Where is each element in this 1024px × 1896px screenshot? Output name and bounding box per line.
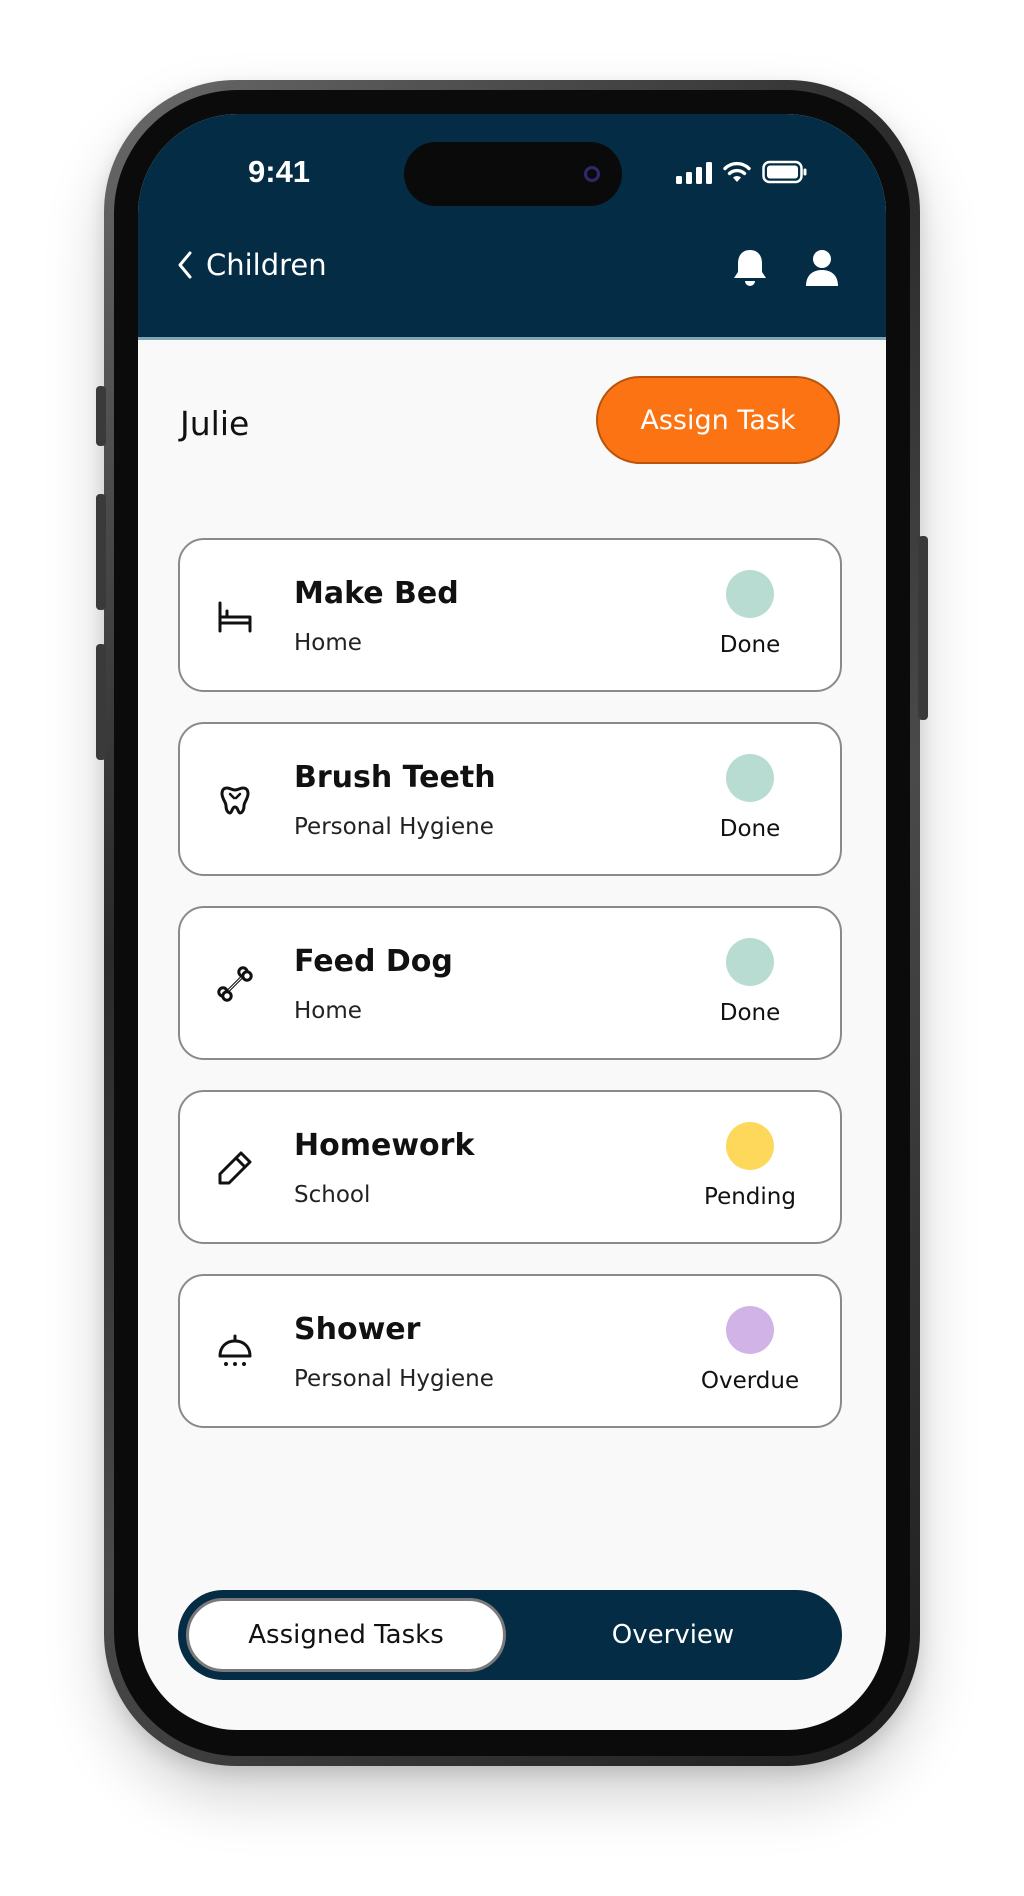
status-indicator (726, 1122, 774, 1170)
task-title: Homework (294, 1128, 475, 1163)
task-status: Done (719, 632, 781, 658)
task-title: Feed Dog (294, 944, 453, 979)
pencil-icon (218, 1151, 252, 1185)
back-label: Children (206, 248, 327, 282)
battery-icon (762, 160, 807, 184)
power-button (918, 536, 928, 720)
shower-icon (218, 1334, 252, 1366)
bell-icon[interactable] (732, 248, 768, 288)
volume-down-button (96, 644, 106, 760)
view-segmented-control: Assigned Tasks Overview (178, 1590, 842, 1680)
mute-switch (96, 386, 106, 446)
tab-overview[interactable]: Overview (512, 1598, 834, 1672)
task-status: Done (719, 1000, 781, 1026)
task-card-make-bed[interactable]: Make Bed Home Done (178, 538, 842, 692)
status-indicator (726, 1306, 774, 1354)
task-category: School (294, 1182, 371, 1208)
task-card-homework[interactable]: Homework School Pending (178, 1090, 842, 1244)
chevron-left-icon (178, 251, 192, 279)
task-title: Make Bed (294, 576, 459, 611)
camera-icon (584, 166, 600, 182)
wifi-icon (723, 161, 751, 182)
dynamic-island (404, 142, 622, 206)
volume-up-button (96, 494, 106, 610)
status-time: 9:41 (248, 154, 311, 189)
tooth-icon (220, 786, 250, 815)
app-screen: 9:41 Children Julie Assign Task Make Bed… (138, 114, 886, 1730)
app-header: 9:41 Children (138, 114, 886, 340)
assign-task-button[interactable]: Assign Task (596, 376, 840, 464)
tab-assigned-tasks[interactable]: Assigned Tasks (186, 1598, 506, 1672)
back-button[interactable]: Children (176, 248, 327, 282)
task-category: Home (294, 630, 362, 656)
status-indicator (726, 938, 774, 986)
task-card-brush-teeth[interactable]: Brush Teeth Personal Hygiene Done (178, 722, 842, 876)
status-icons (676, 160, 808, 184)
status-indicator (726, 754, 774, 802)
task-title: Brush Teeth (294, 760, 496, 795)
task-status: Done (719, 816, 781, 842)
task-card-shower[interactable]: Shower Personal Hygiene Overdue (178, 1274, 842, 1428)
task-card-feed-dog[interactable]: Feed Dog Home Done (178, 906, 842, 1060)
child-name: Julie (180, 404, 250, 443)
task-list: Make Bed Home Done Brush Teeth Personal … (178, 538, 842, 1458)
task-status: Pending (704, 1184, 796, 1210)
bone-icon (217, 966, 253, 1002)
user-icon[interactable] (804, 248, 840, 288)
task-category: Home (294, 998, 362, 1024)
cellular-signal-icon (676, 162, 712, 184)
task-category: Personal Hygiene (294, 1366, 494, 1392)
status-indicator (726, 570, 774, 618)
task-status: Overdue (700, 1368, 800, 1394)
bed-icon (218, 601, 252, 633)
task-category: Personal Hygiene (294, 814, 494, 840)
task-title: Shower (294, 1312, 421, 1347)
